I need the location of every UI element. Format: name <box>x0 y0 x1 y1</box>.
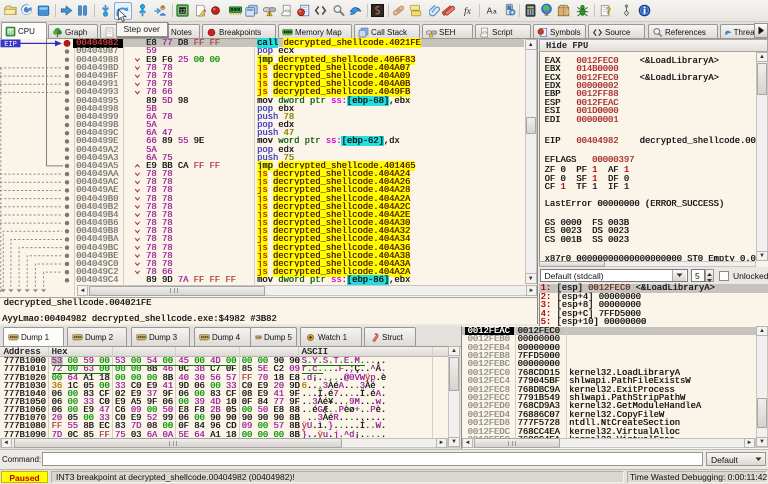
svg-text:fx: fx <box>464 6 472 17</box>
svg-text:12: 12 <box>180 8 186 14</box>
svg-text:EIP: EIP <box>4 41 17 49</box>
svg-text:A: A <box>487 5 493 15</box>
svg-text:<>: <> <box>284 8 290 14</box>
svg-text:12: 12 <box>8 29 14 35</box>
svg-text:a: a <box>493 8 497 15</box>
svg-text:?: ? <box>566 9 569 15</box>
svg-text:<>: <> <box>482 30 488 35</box>
svg-text:?: ? <box>606 6 611 17</box>
